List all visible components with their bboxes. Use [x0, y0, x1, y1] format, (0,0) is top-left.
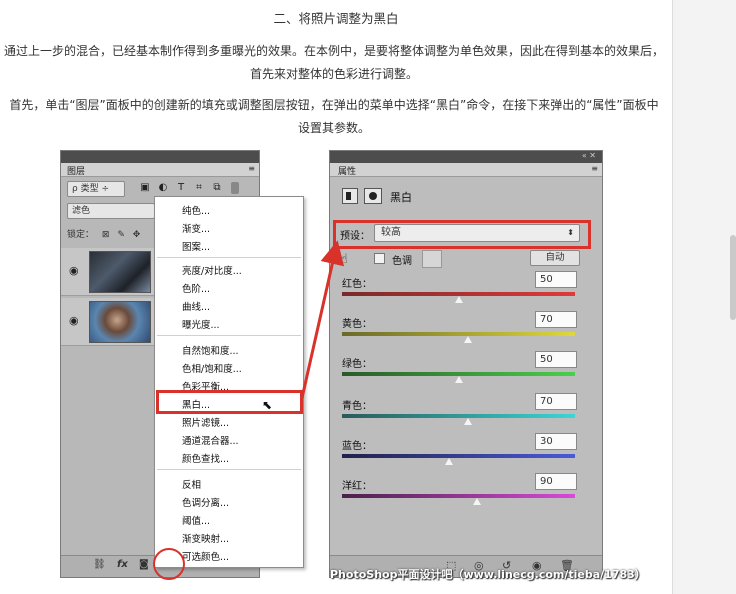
menu-item-selective-color[interactable]: 可选颜色...: [182, 549, 229, 563]
slider-label: 红色：: [342, 279, 372, 290]
mask-icon[interactable]: ◙: [139, 559, 149, 570]
slider-value-input[interactable]: 30: [535, 433, 577, 450]
slider-knob[interactable]: [445, 458, 454, 465]
menu-item-gradient-map[interactable]: 渐变映射...: [182, 531, 229, 545]
lock-transparent-icon[interactable]: ⊠: [102, 230, 110, 240]
layer-thumbnail: [89, 301, 151, 343]
black-white-highlight-box: [156, 390, 303, 414]
slider-row: 青色： 70: [330, 393, 602, 437]
panel-menu-icon[interactable]: ≡: [248, 164, 255, 173]
menu-item-pattern[interactable]: 图案...: [182, 239, 210, 253]
eye-icon[interactable]: ◉: [69, 314, 79, 327]
slider-knob[interactable]: [463, 336, 472, 343]
preset-label: 预设：: [340, 231, 370, 242]
tint-checkbox[interactable]: [374, 253, 385, 264]
menu-item-exposure[interactable]: 曝光度...: [182, 317, 220, 331]
slider-row: 黄色： 70: [330, 311, 602, 355]
menu-separator: [157, 335, 301, 336]
slider-value-input[interactable]: 70: [535, 393, 577, 410]
adjustment-button-highlight-circle: [153, 548, 185, 580]
slider-row: 洋红： 90: [330, 473, 602, 517]
menu-item-vibrance[interactable]: 自然饱和度...: [182, 343, 239, 357]
menu-item-photo-filter[interactable]: 照片滤镜...: [182, 415, 229, 429]
slider-label: 黄色：: [342, 319, 372, 330]
slider-value-input[interactable]: 50: [535, 351, 577, 368]
slider-row: 红色： 50: [330, 271, 602, 315]
smart-object-filter-icon[interactable]: ⧉: [211, 182, 223, 194]
tint-color-swatch[interactable]: [422, 250, 442, 268]
slider-track[interactable]: [342, 494, 575, 498]
targeted-adjustment-hand-icon[interactable]: ☝: [340, 252, 348, 267]
slider-value-input[interactable]: 70: [535, 311, 577, 328]
lock-label: 锁定：: [67, 230, 95, 240]
paragraph-2: 首先，单击“图层”面板中的创建新的填充或调整图层按钮，在弹出的菜单中选择“黑白”…: [9, 98, 659, 135]
slider-value-input[interactable]: 50: [535, 271, 577, 288]
slider-knob[interactable]: [454, 376, 463, 383]
filter-type-select[interactable]: ρ 类型 ÷: [67, 181, 125, 197]
slider-knob[interactable]: [463, 418, 472, 425]
menu-item-channel-mixer[interactable]: 通道混合器...: [182, 433, 239, 447]
panel-menu-icon[interactable]: ≡: [591, 164, 598, 173]
mask-icon[interactable]: [364, 188, 382, 204]
slider-label: 绿色：: [342, 359, 372, 370]
tint-label: 色调: [392, 256, 412, 267]
section-heading: 二、将照片调整为黑白: [273, 11, 399, 26]
slider-track[interactable]: [342, 332, 575, 336]
text-filter-icon[interactable]: T: [175, 182, 187, 194]
menu-item-color-lookup[interactable]: 颜色查找...: [182, 451, 229, 465]
mouse-cursor-icon: ⬉: [262, 398, 273, 412]
scrollbar-thumb[interactable]: [730, 235, 736, 320]
fx-icon[interactable]: fx: [117, 559, 128, 570]
panel-top-strip: « ✕: [330, 151, 602, 163]
lock-row: 锁定： ⊠ ✎ ✥: [67, 227, 145, 240]
slider-value-input[interactable]: 90: [535, 473, 577, 490]
auto-button[interactable]: 自动: [530, 250, 580, 266]
watermark: PhotoShop平面设计吧（www.linecg.com/tieba/1783…: [330, 568, 646, 581]
slider-label: 蓝色：: [342, 441, 372, 452]
menu-item-curves[interactable]: 曲线...: [182, 299, 210, 313]
select-arrows-icon: ⬍: [567, 228, 574, 237]
menu-item-posterize[interactable]: 色调分离...: [182, 495, 229, 509]
menu-item-threshold[interactable]: 阈值...: [182, 513, 210, 527]
slider-row: 蓝色： 30: [330, 433, 602, 477]
menu-item-invert[interactable]: 反相: [182, 477, 201, 491]
menu-item-gradient[interactable]: 渐变...: [182, 221, 210, 235]
paragraph-1: 通过上一步的混合，已经基本制作得到多重曝光的效果。在本例中，是要将整体调整为单色…: [4, 44, 665, 81]
menu-separator: [157, 257, 301, 258]
panel-top-strip: [61, 151, 259, 163]
properties-panel: « ✕ 属性 ≡ 黑白 预设： 较高 ⬍ ☝ 色调 自动 红色： 50 黄色： 70 绿色…: [329, 150, 603, 578]
menu-item-solid-color[interactable]: 纯色...: [182, 203, 210, 217]
image-filter-icon[interactable]: ▣: [139, 182, 151, 194]
slider-label: 洋红：: [342, 481, 372, 492]
slider-track[interactable]: [342, 454, 575, 458]
link-icon[interactable]: ⛓: [93, 559, 106, 570]
properties-tab-bar: 属性 ≡: [330, 163, 602, 177]
slider-label: 青色：: [342, 401, 372, 412]
layer-thumbnail: [89, 251, 151, 293]
shape-filter-icon[interactable]: ⌗: [193, 182, 205, 194]
page-scrollbar[interactable]: [672, 0, 736, 594]
layers-tab-bar: 图层 ≡: [61, 163, 259, 177]
slider-track[interactable]: [342, 414, 575, 418]
slider-knob[interactable]: [454, 296, 463, 303]
eye-icon[interactable]: ◉: [69, 264, 79, 277]
filter-toggle[interactable]: [231, 182, 239, 194]
blend-mode-select[interactable]: 滤色: [67, 203, 155, 219]
tab-properties[interactable]: 属性: [338, 164, 356, 177]
adjustment-layer-menu: 纯色... 渐变... 图案... 亮度/对比度... 色阶... 曲线... …: [154, 196, 304, 568]
menu-item-hue-saturation[interactable]: 色相/饱和度...: [182, 361, 242, 375]
adjustment-icon[interactable]: [342, 188, 358, 204]
collapse-icon[interactable]: « ✕: [582, 151, 596, 160]
slider-knob[interactable]: [473, 498, 482, 505]
menu-separator: [157, 469, 301, 470]
lock-move-icon[interactable]: ✥: [133, 230, 141, 240]
menu-item-levels[interactable]: 色阶...: [182, 281, 210, 295]
adjustment-filter-icon[interactable]: ◐: [157, 182, 169, 194]
preset-select[interactable]: 较高 ⬍: [374, 224, 580, 242]
slider-row: 绿色： 50: [330, 351, 602, 395]
menu-item-brightness-contrast[interactable]: 亮度/对比度...: [182, 263, 242, 277]
adjustment-title: 黑白: [390, 191, 412, 204]
tab-layers[interactable]: 图层: [67, 164, 85, 177]
lock-brush-icon[interactable]: ✎: [117, 230, 125, 240]
